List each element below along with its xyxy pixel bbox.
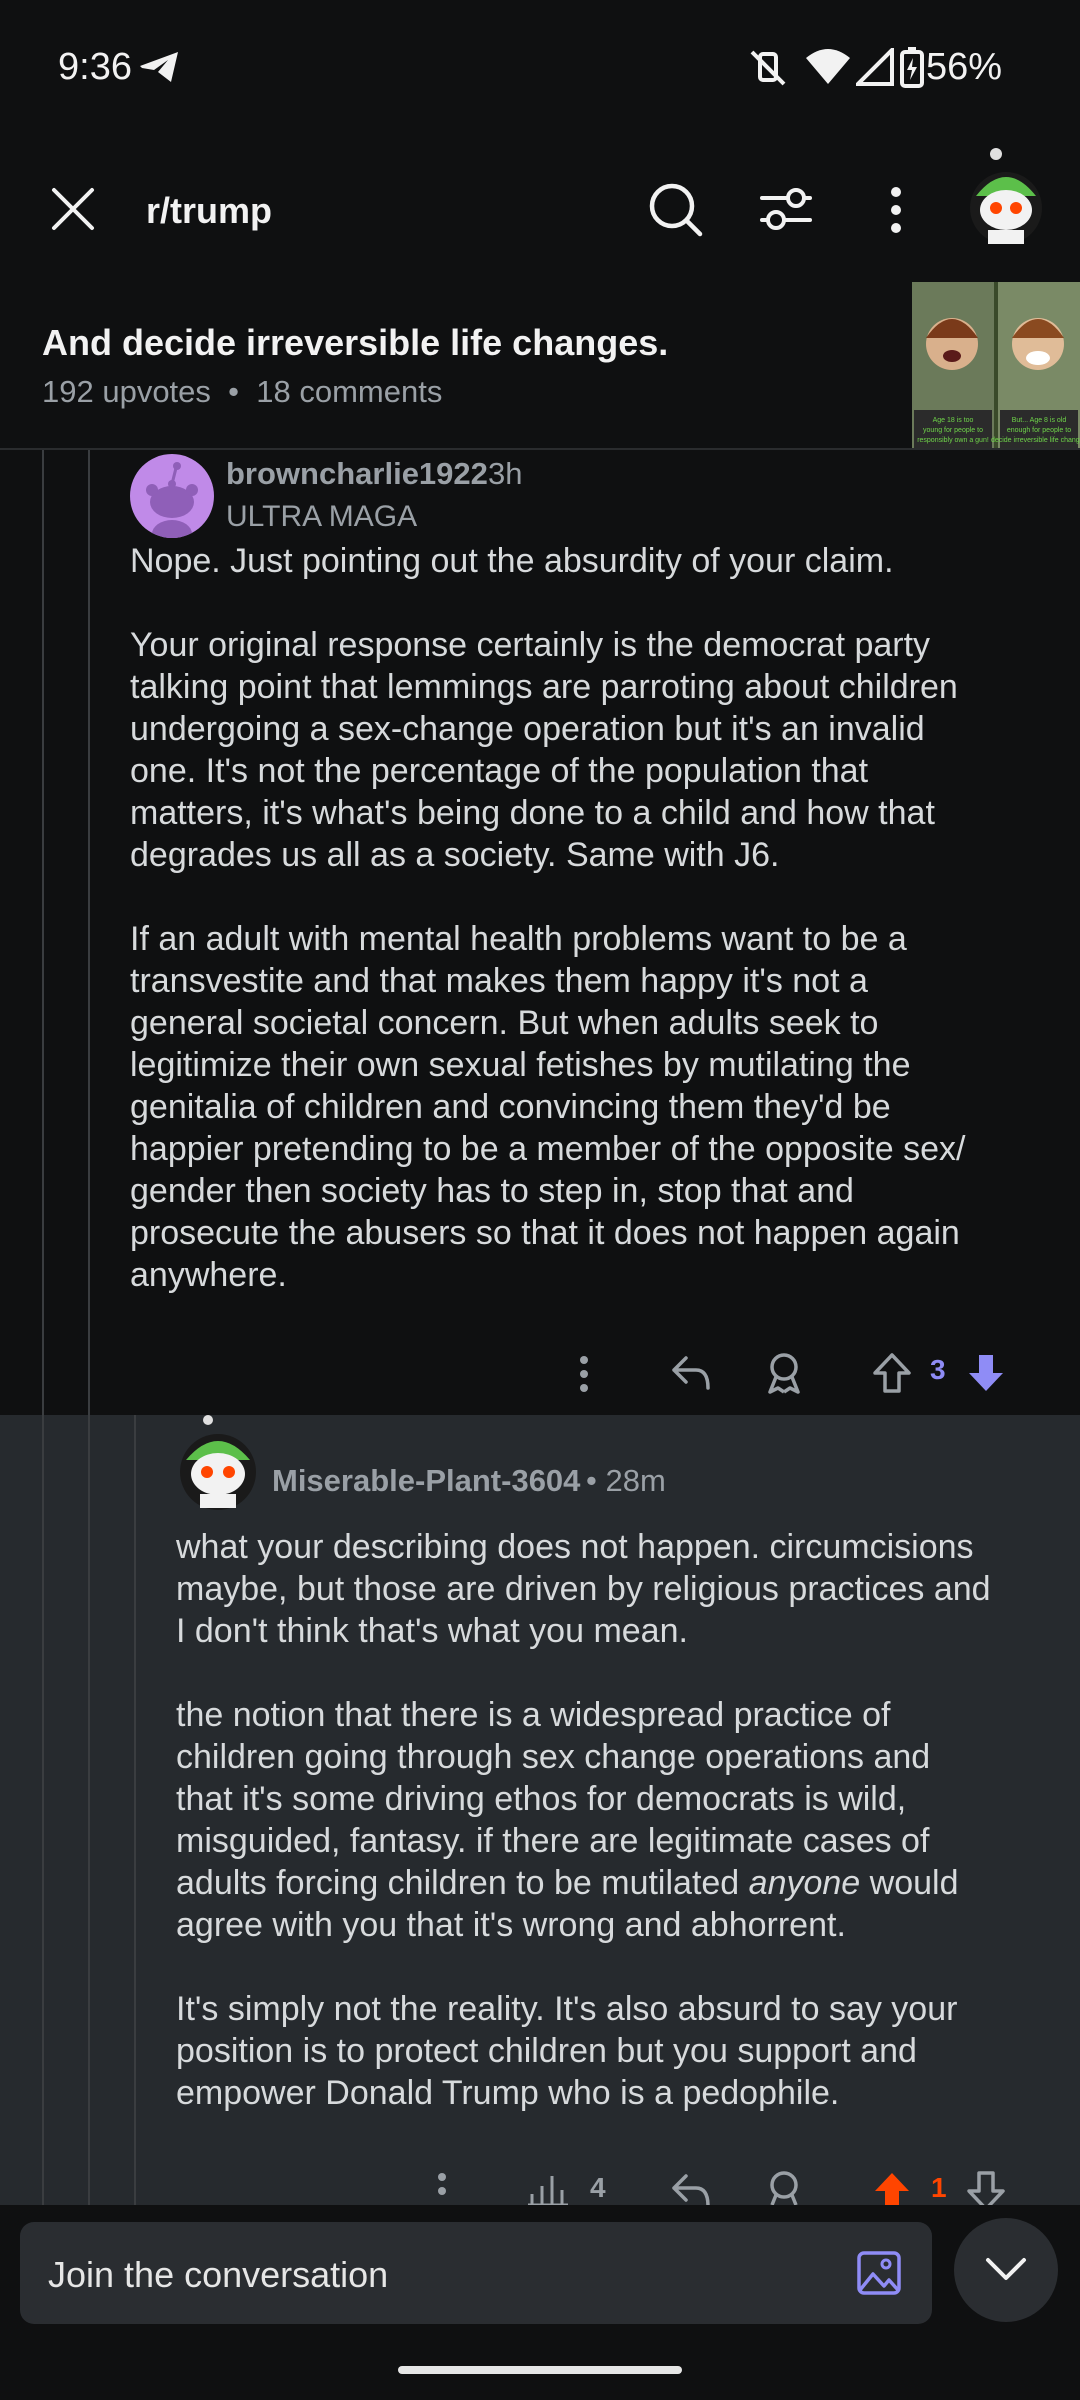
svg-text:Age 18 is too: Age 18 is too [933,417,974,424]
upvote-icon[interactable] [872,2170,912,2205]
wifi-icon [806,49,850,84]
more-vertical-icon[interactable] [578,1355,590,1393]
reply-icon[interactable] [670,1354,712,1392]
thread-line [88,1415,90,2205]
post-meta: 192 upvotes • 18 comments [42,374,442,410]
vote-score: 1 [931,2172,947,2203]
filter-icon[interactable] [758,184,814,234]
svg-text:But... Age 8 is old: But... Age 8 is old [1012,417,1067,424]
user-flair: ULTRA MAGA [226,500,418,533]
award-icon[interactable] [764,2170,804,2205]
comment-text: what your describing does not happen. ci… [176,1528,991,1902]
subreddit-name[interactable]: r/trump [146,190,272,232]
snoo-avatar-icon [146,462,198,538]
composer-placeholder[interactable]: Join the conversation [48,2254,388,2296]
stats-icon[interactable] [528,2172,568,2205]
more-vertical-icon[interactable] [436,2172,448,2205]
svg-text:young for people to: young for people to [923,427,983,434]
comment-username[interactable]: browncharlie1922 [226,456,488,492]
reply-icon[interactable] [670,2172,712,2205]
upvote-count: 192 upvotes [42,374,211,409]
vibrate-off-icon [750,50,786,86]
comment-body: Nope. Just pointing out the absurdity of… [130,542,966,1294]
thread-line [42,1415,44,2205]
search-icon[interactable] [648,182,704,238]
battery-icon [900,47,924,88]
signal-icon [856,48,894,86]
comment-body: what your describing does not happen. ci… [176,1526,1056,2114]
view-count: 4 [590,2172,606,2203]
meme-thumbnail-image: Age 18 is too young for people to respon… [912,282,1080,450]
downvote-icon[interactable] [966,2170,1006,2205]
emphasized-text: anyone [748,1864,861,1902]
comment-username[interactable]: Miserable-Plant-3604 [272,1463,580,1499]
battery-percent: 56% [925,46,1002,88]
collapse-button[interactable] [954,2218,1058,2322]
chevron-down-icon [986,2258,1026,2280]
award-icon[interactable] [764,1352,804,1394]
more-vertical-icon[interactable] [886,186,906,234]
svg-text:decide irreversible life chang: decide irreversible life changes [991,437,1080,444]
svg-text:responsibly own a gun!: responsibly own a gun! [917,437,989,444]
avatar[interactable] [176,1414,260,1510]
post-thumbnail[interactable]: Age 18 is too young for people to respon… [912,282,1080,450]
post-title[interactable]: And decide irreversible life changes. [42,322,882,364]
svg-text:enough for people to: enough for people to [1007,427,1071,434]
upvote-icon[interactable] [872,1352,912,1394]
comment-count: 18 comments [256,374,443,409]
close-icon[interactable] [50,186,96,232]
comment-time: 3h [488,456,523,491]
downvote-icon[interactable] [966,1352,1006,1394]
telegram-icon [140,52,178,82]
vote-score: 3 [930,1354,946,1385]
home-indicator [398,2366,682,2374]
image-icon[interactable] [856,2250,902,2296]
comment-time: • 28m [586,1463,666,1498]
meta-separator: • [219,374,257,409]
avatar[interactable] [966,148,1046,248]
status-time: 9:36 [58,46,132,88]
thread-line [134,1415,136,2205]
avatar[interactable] [130,454,214,538]
